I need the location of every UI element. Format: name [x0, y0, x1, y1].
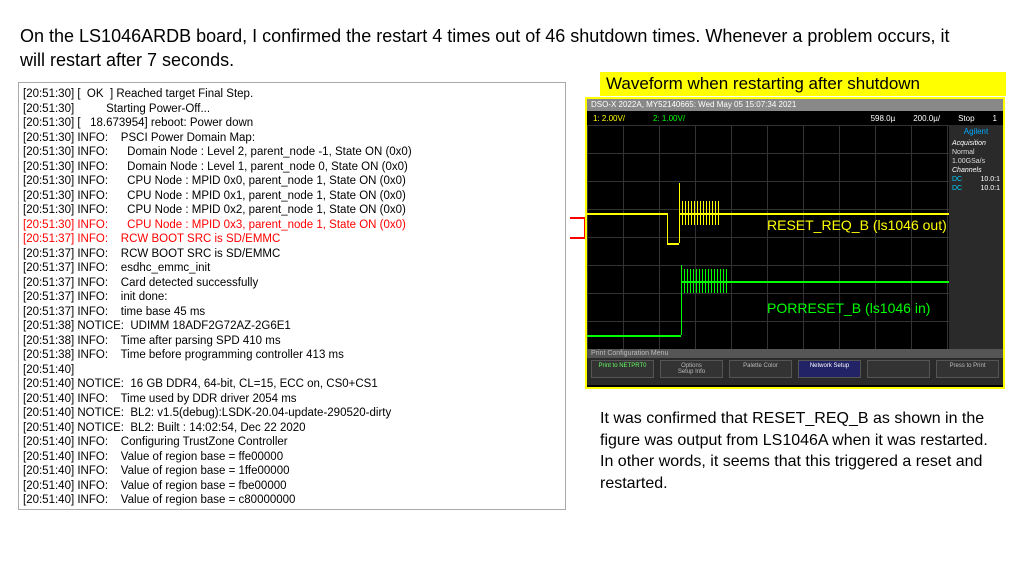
scope-plot: RESET_REQ_B (ls1046 out) PORRESET_B (ls1… [587, 125, 949, 349]
scope-menu-button: Network Setup [798, 360, 861, 378]
time-offset: 598.0µ [871, 114, 896, 123]
log-line: [20:51:40] INFO: Time used by DDR driver… [23, 392, 561, 407]
log-line: [20:51:38] INFO: Time before programming… [23, 348, 561, 363]
scope-bottom-menu: Print Configuration Menu Print to NETPRT… [587, 349, 1003, 385]
log-line: [20:51:30] Starting Power-Off... [23, 102, 561, 117]
waveform-title: Waveform when restarting after shutdown [600, 72, 1006, 96]
scope-menu-button: Palette Color [729, 360, 792, 378]
dc1-value: 10.0:1 [981, 176, 1000, 183]
scope-header: DSO-X 2022A, MY52140665: Wed May 05 15:0… [587, 99, 1003, 111]
run-state: Stop [958, 114, 974, 123]
analysis-text: It was confirmed that RESET_REQ_B as sho… [600, 408, 1000, 494]
oscilloscope-screenshot: DSO-X 2022A, MY52140665: Wed May 05 15:0… [585, 97, 1005, 389]
intro-text: On the LS1046ARDB board, I confirmed the… [20, 24, 960, 73]
log-line: [20:51:30] [ OK ] Reached target Final S… [23, 87, 561, 102]
acq-header: Acquisition [952, 140, 1000, 147]
scope-params: 1: 2.00V/ 2: 1.00V/ 598.0µ 200.0µ/ Stop … [587, 111, 1003, 125]
ch2-vdiv: 2: 1.00V/ [653, 114, 685, 123]
log-line: [20:51:38] INFO: Time after parsing SPD … [23, 334, 561, 349]
log-line: [20:51:40] [23, 363, 561, 378]
scope-brand: Agilent [952, 127, 1000, 136]
log-line: [20:51:37] INFO: RCW BOOT SRC is SD/EMMC [23, 247, 561, 262]
log-line: [20:51:30] [ 18.673954] reboot: Power do… [23, 116, 561, 131]
scope-menu-button: Press to Print [936, 360, 999, 378]
scope-menu-button: OptionsSetup Info [660, 360, 723, 378]
log-line: [20:51:30] INFO: CPU Node : MPID 0x1, pa… [23, 189, 561, 204]
log-line: [20:51:37] INFO: Card detected successfu… [23, 276, 561, 291]
time-gap-bracket [570, 217, 586, 239]
signal-label-reset-req: RESET_REQ_B (ls1046 out) [767, 217, 947, 233]
log-line: [20:51:37] INFO: RCW BOOT SRC is SD/EMMC [23, 232, 561, 247]
log-line: [20:51:37] INFO: esdhc_emmc_init [23, 261, 561, 276]
dc2-label: DC [952, 185, 962, 192]
ch1-vdiv: 1: 2.00V/ [593, 114, 625, 123]
console-log: [20:51:30] [ OK ] Reached target Final S… [18, 82, 566, 510]
log-line: [20:51:40] INFO: BL2: Doing platform set… [23, 508, 561, 511]
log-line: [20:51:40] INFO: Value of region base = … [23, 450, 561, 465]
channels-header: Channels [952, 167, 1000, 174]
log-line: [20:51:37] INFO: time base 45 ms [23, 305, 561, 320]
log-line: [20:51:37] INFO: init done: [23, 290, 561, 305]
log-line: [20:51:40] INFO: Configuring TrustZone C… [23, 435, 561, 450]
time-div: 200.0µ/ [913, 114, 940, 123]
scope-menu-button: Print to NETPRT0 [591, 360, 654, 378]
scope-menu-button [867, 360, 930, 378]
log-line: [20:51:30] INFO: CPU Node : MPID 0x0, pa… [23, 174, 561, 189]
log-line: [20:51:30] INFO: Domain Node : Level 2, … [23, 145, 561, 160]
log-line: [20:51:30] INFO: Domain Node : Level 1, … [23, 160, 561, 175]
dc2-value: 10.0:1 [981, 185, 1000, 192]
log-line: [20:51:40] NOTICE: BL2: Built : 14:02:54… [23, 421, 561, 436]
signal-label-porreset: PORRESET_B (ls1046 in) [767, 300, 930, 316]
log-line: [20:51:38] NOTICE: UDIMM 18ADF2G72AZ-2G6… [23, 319, 561, 334]
log-line: [20:51:30] INFO: PSCI Power Domain Map: [23, 131, 561, 146]
acq-mode: Normal [952, 149, 1000, 156]
acq-rate: 1.00GSa/s [952, 158, 1000, 165]
log-line: [20:51:40] INFO: Value of region base = … [23, 479, 561, 494]
log-line: [20:51:40] NOTICE: BL2: v1.5(debug):LSDK… [23, 406, 561, 421]
log-line: [20:51:40] INFO: Value of region base = … [23, 493, 561, 508]
log-line: [20:51:30] INFO: CPU Node : MPID 0x2, pa… [23, 203, 561, 218]
trig-src: 1 [993, 114, 997, 123]
log-line: [20:51:30] INFO: CPU Node : MPID 0x3, pa… [23, 218, 561, 233]
dc1-label: DC [952, 176, 962, 183]
scope-menu-title: Print Configuration Menu [587, 349, 1003, 358]
log-line: [20:51:40] INFO: Value of region base = … [23, 464, 561, 479]
log-line: [20:51:40] NOTICE: 16 GB DDR4, 64-bit, C… [23, 377, 561, 392]
scope-side-panel: Agilent Acquisition Normal 1.00GSa/s Cha… [949, 125, 1003, 349]
